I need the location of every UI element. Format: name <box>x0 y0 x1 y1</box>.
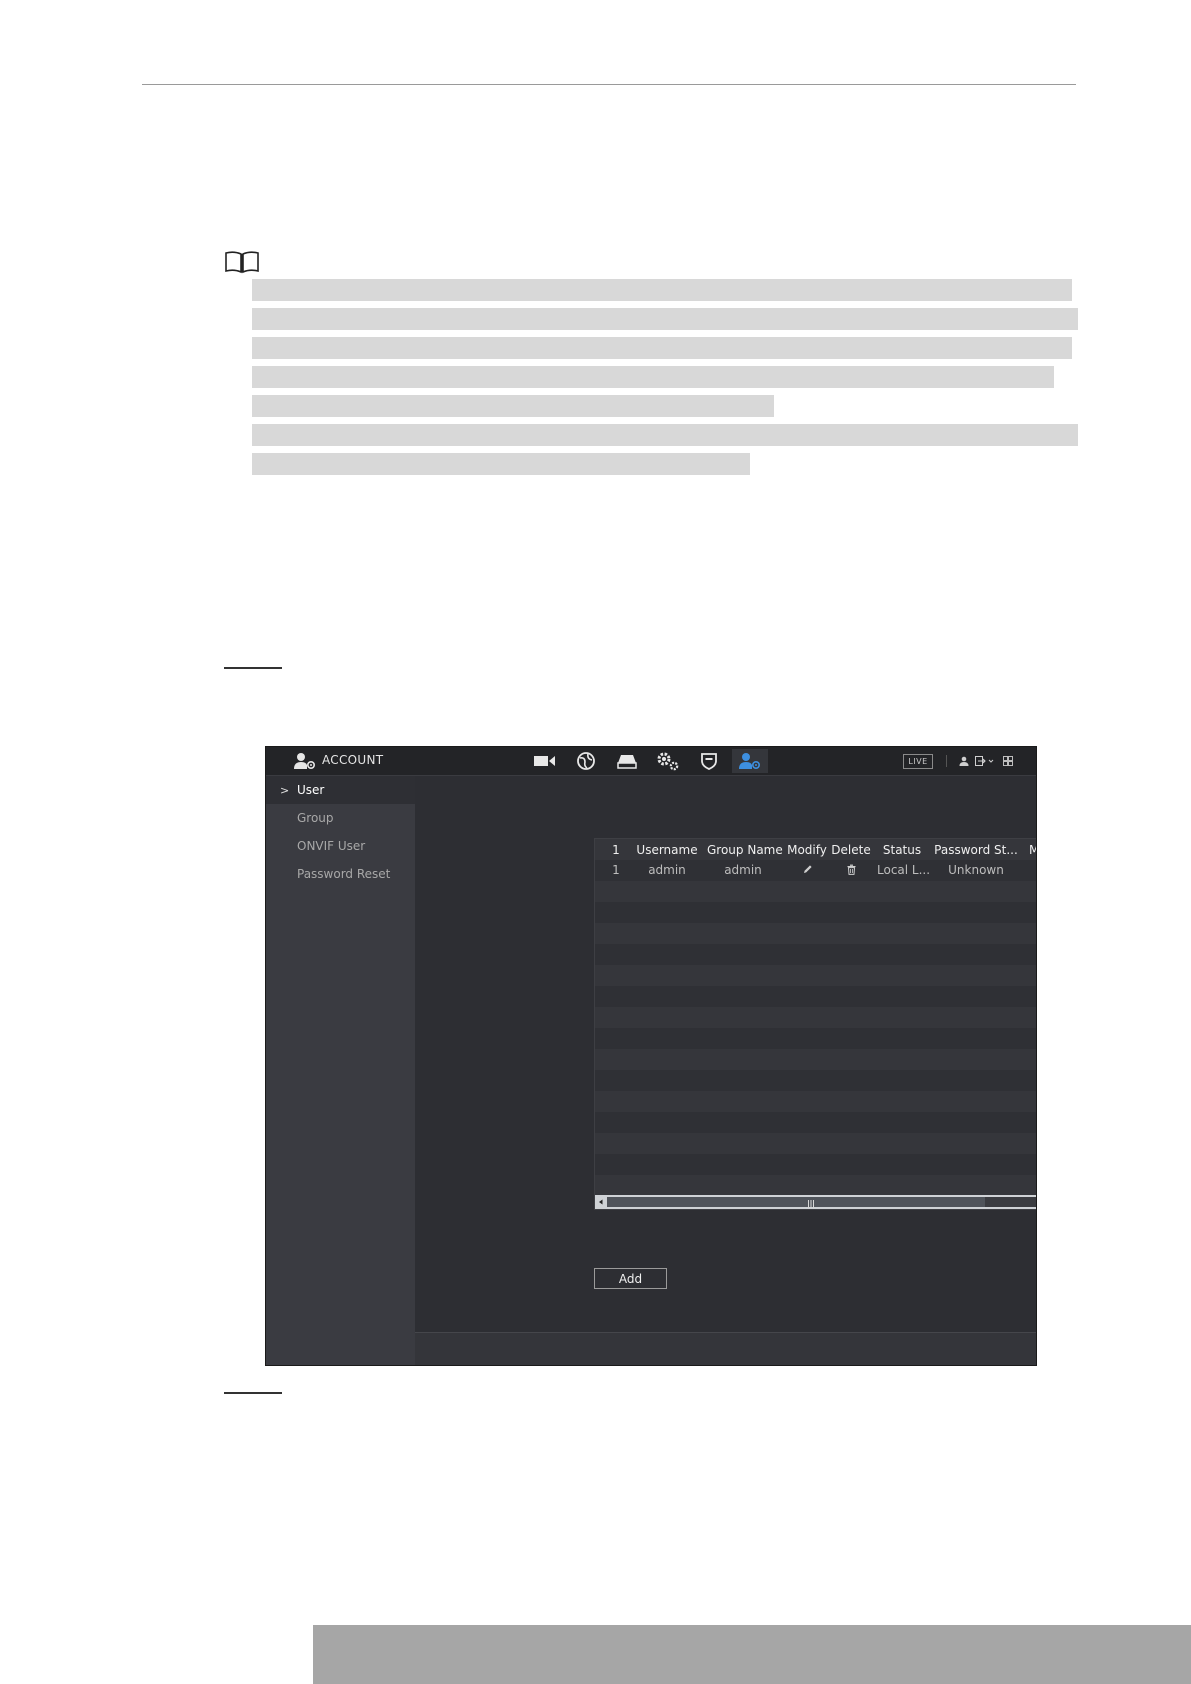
user-button[interactable] <box>957 754 971 768</box>
empty-row <box>595 1070 1036 1091</box>
cell-group-name: admin <box>724 863 762 877</box>
column-header-delete: Delete <box>831 843 871 857</box>
account-icon <box>739 753 761 770</box>
column-header-group-name: Group Name <box>707 843 783 857</box>
trash-icon <box>847 864 855 875</box>
empty-row <box>595 1133 1036 1154</box>
modify-button[interactable] <box>799 864 815 878</box>
nav-storage[interactable] <box>609 749 645 773</box>
page-footer-bar <box>313 1625 1191 1684</box>
column-header-modify: Modify <box>787 843 827 857</box>
sidebar-item-label: ONVIF User <box>297 839 366 853</box>
empty-row <box>595 902 1036 923</box>
top-bar: ACCOUNT LIVE <box>266 747 1036 776</box>
empty-row <box>595 965 1036 986</box>
live-button[interactable]: LIVE <box>903 754 933 769</box>
window-title: ACCOUNT <box>322 753 384 767</box>
table-header: 1 Username Group Name Modify Delete Stat… <box>595 839 1036 860</box>
empty-row <box>595 1091 1036 1112</box>
system-settings-icon <box>657 752 679 771</box>
nav-network[interactable] <box>568 749 604 773</box>
cell-password-strength: Unknown <box>948 863 1004 877</box>
empty-row <box>595 1112 1036 1133</box>
grip-icon <box>808 1200 814 1208</box>
add-user-button[interactable]: Add <box>594 1268 667 1289</box>
cell-status: Local L... <box>877 863 931 877</box>
empty-row <box>595 944 1036 965</box>
empty-row <box>595 1175 1036 1195</box>
step-underline <box>224 1392 282 1394</box>
status-bar <box>415 1332 1036 1365</box>
user-table: 1 Username Group Name Modify Delete Stat… <box>594 838 1036 1210</box>
redacted-note-line <box>252 366 1054 388</box>
sidebar-item-password-reset[interactable]: Password Reset <box>266 860 415 888</box>
network-globe-icon <box>577 752 595 770</box>
nav-system[interactable] <box>650 749 686 773</box>
redacted-note-line <box>252 308 1078 330</box>
nav-account[interactable] <box>732 749 768 773</box>
sidebar: > User Group ONVIF User Password Reset <box>266 776 415 1365</box>
logout-icon <box>975 756 994 766</box>
redacted-note-line <box>252 453 750 475</box>
redacted-note-line <box>252 395 774 417</box>
chevron-right-icon: > <box>280 783 290 797</box>
scroll-left-button[interactable] <box>596 1197 606 1207</box>
edit-pencil-icon <box>803 865 812 873</box>
horizontal-scrollbar[interactable] <box>595 1195 1036 1209</box>
sidebar-item-user[interactable]: > User <box>266 776 415 804</box>
storage-icon <box>617 755 637 769</box>
empty-row <box>595 1049 1036 1070</box>
nav-security[interactable] <box>691 749 727 773</box>
empty-row <box>595 1154 1036 1175</box>
cell-index: 1 <box>612 863 620 877</box>
column-header-index: 1 <box>612 843 620 857</box>
redacted-note-line <box>252 424 1078 446</box>
security-shield-icon <box>701 753 717 770</box>
grid-layout-icon <box>1003 756 1013 766</box>
account-settings-icon <box>294 753 316 770</box>
empty-row <box>595 1007 1036 1028</box>
delete-button[interactable] <box>843 864 859 878</box>
account-window: ACCOUNT LIVE > User Group ONVIF User Pas… <box>265 746 1037 1366</box>
chevron-down-icon <box>988 759 994 763</box>
page-header-rule <box>142 84 1076 85</box>
sidebar-item-label: Group <box>297 811 334 825</box>
sidebar-item-group[interactable]: Group <box>266 804 415 832</box>
empty-row <box>595 881 1036 902</box>
empty-row <box>595 923 1036 944</box>
arrow-left-icon <box>599 1199 603 1205</box>
empty-row <box>595 1028 1036 1049</box>
redacted-note-line <box>252 279 1072 301</box>
redacted-note-line <box>252 337 1072 359</box>
cell-username: admin <box>648 863 686 877</box>
step-underline <box>224 667 282 669</box>
note-book-icon <box>225 251 259 274</box>
camera-icon <box>534 756 555 766</box>
column-header-password-strength: Password St... <box>934 843 1018 857</box>
logout-button[interactable] <box>975 754 995 768</box>
user-icon <box>959 756 969 766</box>
empty-row <box>595 986 1036 1007</box>
scroll-thumb[interactable] <box>607 1197 985 1208</box>
table-row[interactable]: 1 admin admin Local L... Unknown <box>595 860 1036 881</box>
column-header-username: Username <box>636 843 698 857</box>
nav-camera[interactable] <box>527 749 563 773</box>
column-header-status: Status <box>882 843 922 857</box>
sidebar-item-onvif-user[interactable]: ONVIF User <box>266 832 415 860</box>
column-header-mac-address: MAC Addres <box>1029 843 1036 857</box>
content-area: 1 Username Group Name Modify Delete Stat… <box>415 776 1036 1332</box>
header-divider <box>946 755 947 767</box>
sidebar-item-label: User <box>297 783 325 797</box>
layout-button[interactable] <box>1001 754 1015 768</box>
sidebar-item-label: Password Reset <box>297 867 391 881</box>
